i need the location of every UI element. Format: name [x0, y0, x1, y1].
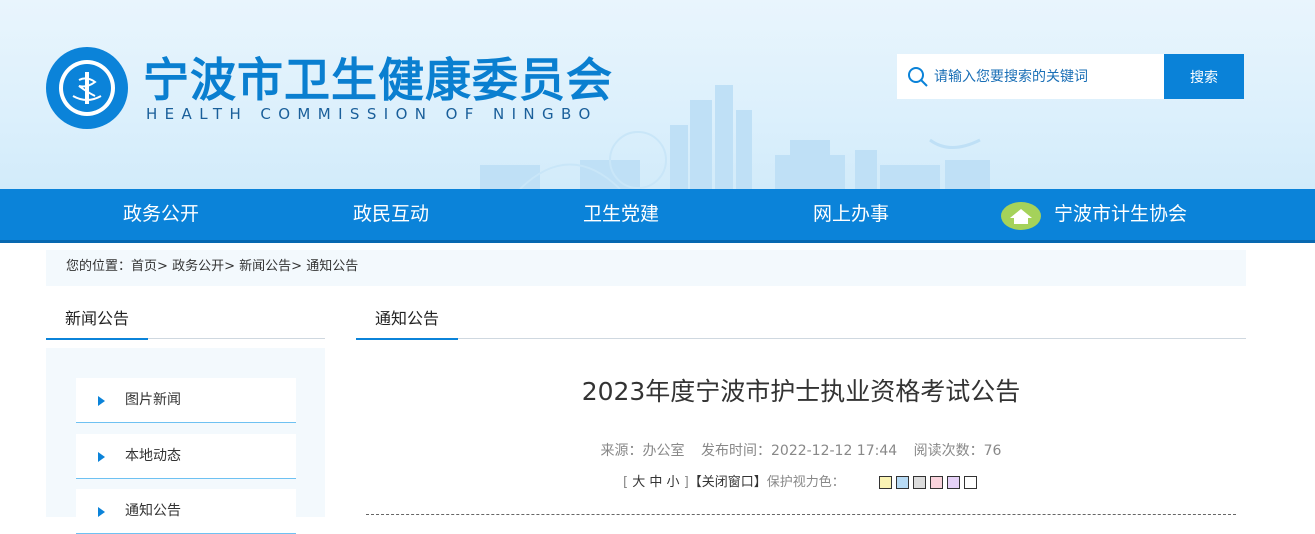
breadcrumb-news[interactable]: 新闻公告: [239, 259, 291, 274]
breadcrumb-separator: >: [291, 259, 303, 274]
search-icon: [908, 67, 928, 87]
sidebar-item-notices[interactable]: 通知公告: [76, 489, 296, 534]
site-header: 宁波市卫生健康委员会 HEALTH COMMISSION OF NINGBO 搜…: [0, 0, 1315, 189]
sidebar-item-local-news[interactable]: 本地动态: [76, 434, 296, 479]
eye-care-color-label: 保护视力色：: [766, 475, 845, 490]
search-button[interactable]: 搜索: [1164, 54, 1244, 99]
article-tools: [ 大 中 小 ]【关闭窗口】保护视力色：: [623, 471, 845, 490]
color-swatch-gray[interactable]: [913, 476, 926, 489]
breadcrumb-separator: >: [157, 259, 168, 274]
search-box: [897, 54, 1164, 99]
article-meta: 来源：办公室 发布时间：2022-12-12 17:44 阅读次数：76: [356, 440, 1246, 460]
font-size-large-link[interactable]: 大: [632, 475, 645, 490]
breadcrumb-separator: >: [224, 259, 235, 274]
color-swatch-purple[interactable]: [947, 476, 960, 489]
content-divider: [366, 514, 1236, 515]
article-view-count: 阅读次数：76: [913, 443, 1002, 459]
breadcrumb-government-affairs[interactable]: 政务公开: [172, 259, 224, 274]
breadcrumb: 您的位置：首页> 政务公开> 新闻公告> 通知公告: [46, 250, 1246, 286]
article-publish-time: 发布时间：2022-12-12 17:44: [701, 443, 898, 459]
article-title: 2023年度宁波市护士执业资格考试公告: [581, 377, 1021, 406]
breadcrumb-home[interactable]: 首页: [131, 259, 157, 274]
color-swatch-yellow[interactable]: [879, 476, 892, 489]
sidebar-item-label: 图片新闻: [125, 392, 181, 408]
sidebar-item-photo-news[interactable]: 图片新闻: [76, 378, 296, 423]
commission-emblem-icon: [46, 47, 128, 129]
nav-item-government-affairs[interactable]: 政务公开: [46, 189, 276, 240]
main-nav: 政务公开 政民互动 卫生党建 网上办事 宁波市计生协会: [0, 189, 1315, 243]
nav-item-online-services[interactable]: 网上办事: [736, 189, 966, 240]
color-swatch-blue[interactable]: [896, 476, 909, 489]
font-size-small-link[interactable]: 小: [667, 475, 680, 490]
section-title: 通知公告: [356, 300, 458, 340]
sidebar-header: 新闻公告: [46, 300, 325, 340]
content-header: 通知公告: [356, 300, 1246, 340]
breadcrumb-notices[interactable]: 通知公告: [306, 259, 358, 274]
sidebar-title: 新闻公告: [46, 300, 148, 340]
sidebar-item-label: 本地动态: [125, 448, 181, 464]
close-window-link[interactable]: 【关闭窗口】: [689, 475, 767, 490]
site-subtitle: HEALTH COMMISSION OF NINGBO: [146, 105, 598, 123]
nav-item-public-interaction[interactable]: 政民互动: [276, 189, 506, 240]
font-size-medium-link[interactable]: 中: [649, 475, 662, 490]
nav-item-family-planning-association[interactable]: 宁波市计生协会: [1054, 189, 1204, 240]
sidebar-menu: 图片新闻 本地动态 通知公告: [46, 348, 325, 534]
triangle-right-icon: [98, 507, 105, 517]
color-swatch-white[interactable]: [964, 476, 977, 489]
color-swatch-pink[interactable]: [930, 476, 943, 489]
article-source: 来源：办公室: [600, 443, 685, 459]
nav-item-party-building[interactable]: 卫生党建: [506, 189, 736, 240]
sidebar-item-label: 通知公告: [125, 503, 181, 519]
triangle-right-icon: [98, 396, 105, 406]
site-title: 宁波市卫生健康委员会: [143, 53, 613, 107]
family-planning-association-icon: [1001, 202, 1041, 230]
font-size-bracket-open: [: [623, 475, 629, 490]
triangle-right-icon: [98, 452, 105, 462]
breadcrumb-label: 您的位置：: [66, 259, 132, 274]
search-input[interactable]: [934, 54, 1159, 99]
